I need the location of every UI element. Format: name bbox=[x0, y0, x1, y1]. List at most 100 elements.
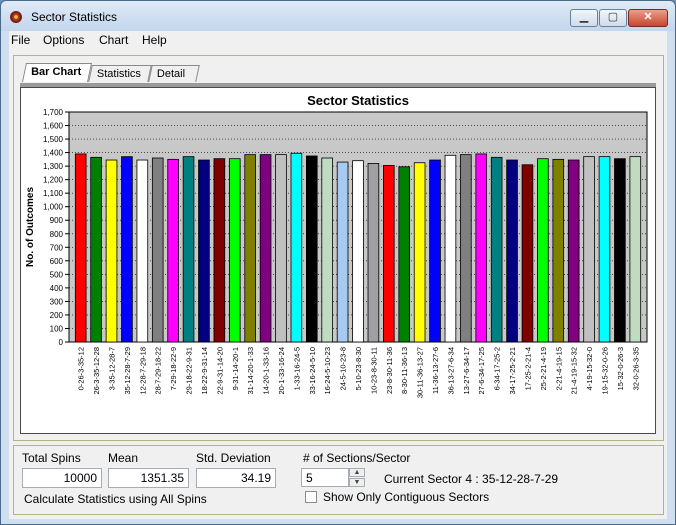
x-tick-label: 11-36-13-27-6 bbox=[431, 347, 440, 394]
x-tick-label: 24-5-10-23-8 bbox=[339, 347, 348, 390]
x-tick-label: 30-11-36-13-27 bbox=[416, 347, 425, 398]
bar bbox=[228, 158, 241, 343]
y-tick-label: 700 bbox=[50, 243, 64, 252]
y-tick-label: 900 bbox=[50, 216, 64, 225]
contiguous-label[interactable]: Show Only Contiguous Sectors bbox=[323, 490, 489, 504]
bar bbox=[629, 156, 642, 343]
bar bbox=[444, 154, 457, 343]
bar bbox=[90, 156, 102, 343]
bar bbox=[552, 158, 565, 343]
bar bbox=[352, 160, 364, 343]
x-tick-label: 16-24-5-10-23 bbox=[323, 347, 332, 395]
bar bbox=[537, 158, 549, 343]
tab-detail-label: Detail bbox=[156, 68, 186, 80]
y-tick-label: 1,000 bbox=[43, 203, 64, 212]
bar bbox=[275, 154, 287, 343]
x-tick-label: 17-25-2-21-4 bbox=[523, 347, 532, 390]
x-tick-label: 2-21-4-19-15 bbox=[554, 347, 563, 390]
bar bbox=[383, 165, 395, 343]
x-tick-label: 35-12-28-7-29 bbox=[123, 347, 132, 395]
bar bbox=[151, 157, 164, 343]
x-tick-label: 29-18-22-9-31 bbox=[185, 347, 194, 395]
x-tick-label: 21-4-19-15-32 bbox=[570, 347, 579, 395]
chart-group-frame: Bar Chart Statistics Detail Sector Stati… bbox=[13, 55, 664, 441]
x-tick-label: 27-6-34-17-25 bbox=[477, 347, 486, 395]
x-tick-label: 19-15-32-0-26 bbox=[600, 347, 609, 395]
y-tick-label: 1,700 bbox=[43, 108, 64, 117]
spin-up-button[interactable]: ▲ bbox=[349, 468, 365, 477]
title-bar[interactable]: Sector Statistics ▁ ▢ ✕ bbox=[1, 1, 675, 31]
x-tick-label: 1-33-16-24-5 bbox=[292, 347, 301, 390]
maximize-button[interactable]: ▢ bbox=[599, 9, 627, 27]
std-deviation-label: Std. Deviation bbox=[196, 451, 271, 465]
menu-help[interactable]: Help bbox=[142, 33, 167, 47]
current-sector-text: Current Sector 4 : 35-12-28-7-29 bbox=[384, 472, 559, 486]
x-tick-label: 7-29-18-22-9 bbox=[169, 347, 178, 390]
bar bbox=[105, 159, 118, 343]
bar bbox=[198, 159, 210, 343]
tab-strip: Bar Chart Statistics Detail bbox=[20, 63, 662, 83]
tab-statistics-label: Statistics bbox=[96, 68, 141, 80]
bar-chart: Sector Statistics 0 100 200 300 400 500 600 700 8… bbox=[25, 93, 648, 398]
bar bbox=[490, 156, 503, 343]
client-area: File Options Chart Help Bar Chart Statis… bbox=[9, 31, 667, 519]
std-deviation-value: 34.19 bbox=[196, 468, 276, 488]
main-window: Sector Statistics ▁ ▢ ✕ File Options Cha… bbox=[0, 0, 676, 525]
x-tick-label: 28-7-29-18-22 bbox=[154, 347, 163, 395]
close-button[interactable]: ✕ bbox=[628, 9, 668, 27]
bar bbox=[506, 159, 518, 343]
bar bbox=[336, 161, 349, 343]
total-spins-value: 10000 bbox=[22, 468, 102, 488]
x-tick-label: 4-19-15-32-0 bbox=[585, 347, 594, 390]
contiguous-checkbox[interactable] bbox=[305, 491, 317, 503]
x-tick-label: 13-27-6-34-17 bbox=[462, 347, 471, 395]
menu-chart[interactable]: Chart bbox=[99, 33, 128, 47]
tab-bar-chart[interactable]: Bar Chart bbox=[21, 63, 93, 82]
y-tick-label: 1,500 bbox=[43, 135, 64, 144]
bar bbox=[475, 153, 488, 343]
chart-panel: Sector Statistics 0 100 200 300 400 500 600 700 8… bbox=[20, 87, 656, 434]
bar bbox=[321, 157, 333, 343]
bar bbox=[244, 154, 256, 343]
bar bbox=[290, 152, 303, 343]
x-tick-label: 18-22-9-31-14 bbox=[200, 347, 209, 395]
x-tick-label: 15-32-0-26-3 bbox=[616, 347, 625, 390]
y-tick-label: 100 bbox=[50, 324, 64, 333]
bar bbox=[583, 156, 595, 343]
menu-options[interactable]: Options bbox=[43, 33, 84, 47]
x-tick-label: 26-3-35-12-28 bbox=[92, 347, 101, 395]
y-tick-label: 600 bbox=[50, 257, 64, 266]
tab-detail[interactable]: Detail bbox=[148, 65, 200, 82]
spin-down-button[interactable]: ▼ bbox=[349, 478, 365, 487]
calc-note-text: Calculate Statistics using All Spins bbox=[24, 492, 207, 506]
sections-per-sector-input[interactable]: 5 bbox=[301, 468, 349, 487]
x-tick-label: 34-17-25-2-21 bbox=[508, 347, 517, 395]
x-tick-label: 36-13-27-6-34 bbox=[446, 347, 455, 395]
bar bbox=[167, 158, 179, 343]
bar bbox=[398, 166, 411, 343]
minimize-button[interactable]: ▁ bbox=[570, 9, 598, 27]
x-tick-label: 32-0-26-3-35 bbox=[631, 347, 640, 390]
x-tick-label: 6-34-17-25-2 bbox=[493, 347, 502, 390]
x-tick-label: 8-30-11-36-13 bbox=[400, 347, 409, 394]
y-tick-label: 300 bbox=[50, 297, 64, 306]
chart-title: Sector Statistics bbox=[307, 93, 409, 108]
mean-value: 1351.35 bbox=[108, 468, 189, 488]
x-tick-label: 20-1-33-16-24 bbox=[277, 347, 286, 395]
x-tick-label: 5-10-23-8-30 bbox=[354, 347, 363, 390]
y-tick-label: 0 bbox=[59, 338, 64, 347]
menu-bar: File Options Chart Help bbox=[9, 31, 667, 51]
x-tick-label: 14-20-1-33-16 bbox=[262, 347, 271, 395]
sections-spinner: ▲ ▼ bbox=[349, 468, 365, 487]
mean-label: Mean bbox=[108, 451, 139, 465]
bar bbox=[74, 153, 87, 343]
x-tick-label: 0-26-3-35-12 bbox=[77, 347, 86, 390]
bar bbox=[136, 159, 149, 343]
menu-file[interactable]: File bbox=[11, 33, 30, 47]
bar bbox=[614, 158, 626, 343]
x-tick-label: 3-35-12-28-7 bbox=[108, 347, 117, 390]
statistics-panel: Total Spins 10000 Mean 1351.35 Std. Devi… bbox=[13, 445, 664, 515]
tab-statistics[interactable]: Statistics bbox=[88, 65, 152, 82]
bar bbox=[413, 162, 426, 343]
x-tick-label: 33-16-24-5-10 bbox=[308, 347, 317, 395]
